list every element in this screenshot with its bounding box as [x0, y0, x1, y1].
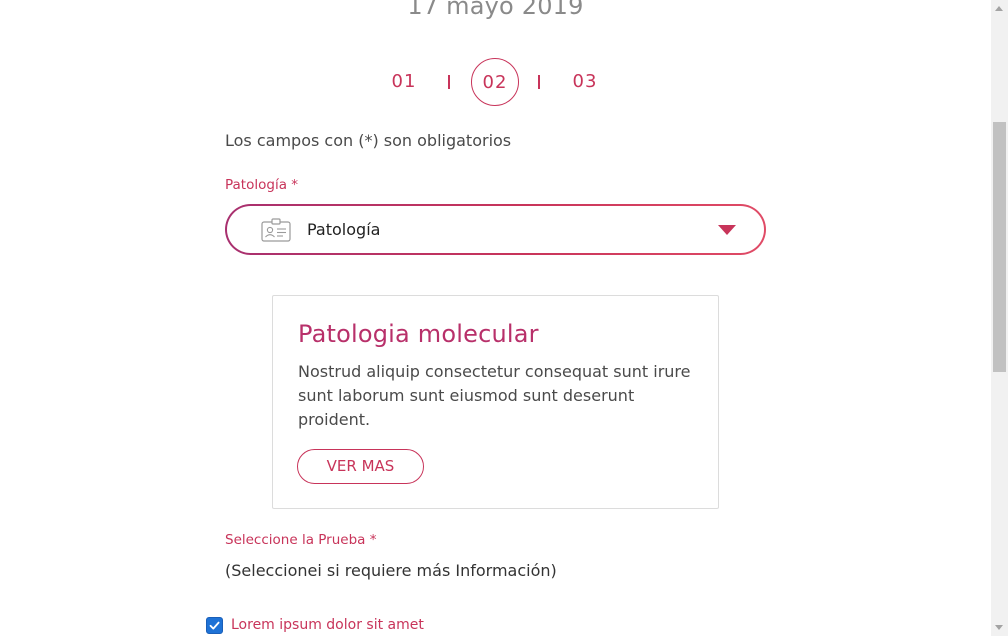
step-separator [448, 75, 450, 89]
step-separator [538, 75, 540, 89]
id-card-icon [261, 218, 291, 242]
terms-checkbox[interactable] [206, 617, 223, 634]
test-field-label: Seleccione la Prueba * [225, 532, 377, 548]
pathology-select-inner[interactable]: Patología [227, 206, 764, 253]
step-2-active[interactable]: 02 [471, 58, 519, 106]
scroll-down-arrow-icon[interactable] [995, 625, 1003, 630]
page: 17 mayo 2019 01 02 03 Los campos con (*)… [0, 0, 1008, 636]
checkbox-label[interactable]: Lorem ipsum dolor sit amet [231, 617, 424, 633]
pathology-select[interactable]: Patología [225, 204, 766, 255]
pathology-field-label: Patología * [225, 177, 299, 193]
scrollbar-thumb[interactable] [993, 122, 1006, 372]
required-fields-note: Los campos con (*) son obligatorios [225, 131, 512, 150]
pathology-info-card: Patologia molecular Nostrud aliquip cons… [272, 295, 719, 509]
card-title: Patologia molecular [298, 320, 539, 348]
step-3[interactable]: 03 [561, 58, 609, 106]
check-icon [209, 621, 220, 630]
vertical-scrollbar[interactable] [991, 0, 1008, 636]
test-field-hint: (Seleccionei si requiere más Información… [225, 561, 557, 580]
scroll-up-arrow-icon[interactable] [995, 6, 1003, 11]
page-date-title: 17 mayo 2019 [407, 0, 584, 20]
see-more-button[interactable]: VER MAS [297, 449, 424, 484]
step-1[interactable]: 01 [380, 58, 428, 106]
caret-down-icon[interactable] [718, 225, 736, 235]
step-indicator: 01 02 03 [0, 58, 991, 106]
pathology-select-value: Patología [307, 220, 381, 239]
card-description: Nostrud aliquip consectetur consequat su… [298, 362, 691, 429]
